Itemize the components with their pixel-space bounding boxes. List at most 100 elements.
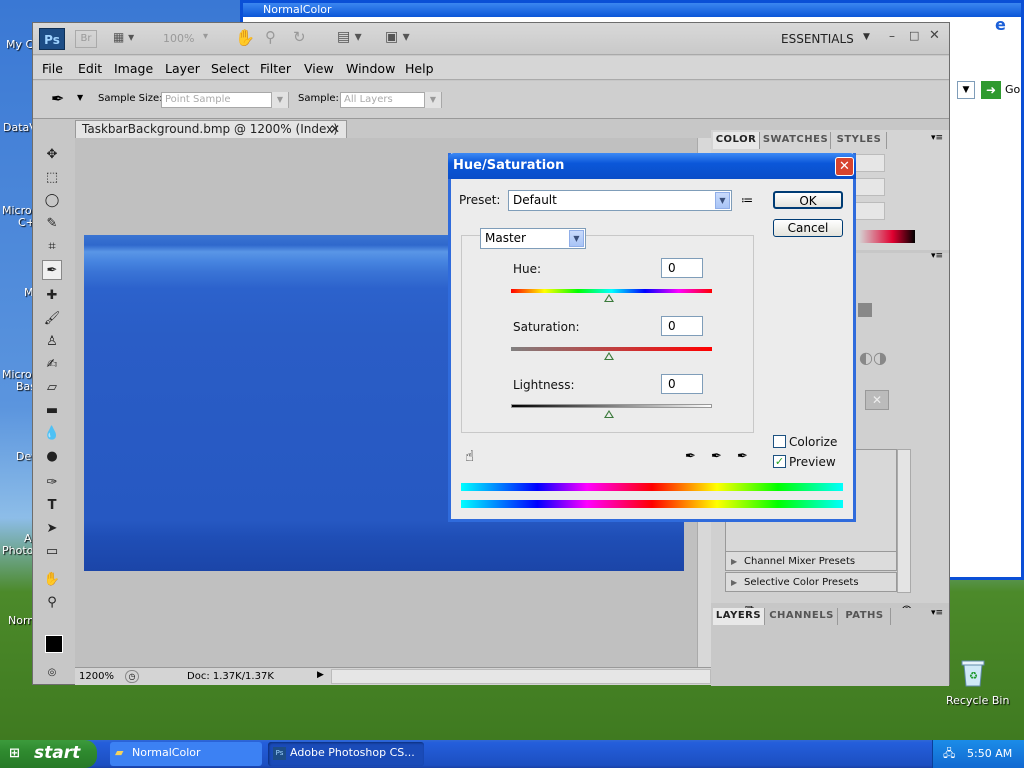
zoom-tool-icon[interactable]: ⚲ — [265, 28, 276, 46]
desktop-icon-label[interactable]: Photo — [2, 544, 33, 557]
panel-menu-icon[interactable]: ▾≡ — [931, 608, 943, 618]
hue-slider-track[interactable] — [511, 289, 712, 293]
view-extras-icon[interactable]: ▦ ▾ — [113, 30, 134, 44]
eyedropper-icon[interactable]: ✒ — [685, 449, 696, 464]
desktop-icon-label[interactable]: My C — [6, 38, 33, 51]
eyedropper-plus-icon[interactable]: ✒ — [711, 449, 722, 464]
history-brush-tool-icon[interactable]: ✍ — [42, 355, 62, 375]
tab-swatches[interactable]: SWATCHES — [761, 132, 831, 149]
blur-tool-icon[interactable]: 💧 — [42, 424, 62, 444]
screen-mode-icon[interactable]: ▣ ▾ — [385, 29, 410, 45]
channel-select[interactable]: Master ▼ — [480, 228, 586, 249]
tool-preset-dropdown-icon[interactable]: ▼ — [77, 93, 83, 102]
eyedropper-minus-icon[interactable]: ✒ — [737, 449, 748, 464]
pen-tool-icon[interactable]: ✑ — [42, 473, 62, 493]
workspace-switcher[interactable]: ESSENTIALS — [781, 32, 854, 46]
menu-layer[interactable]: Layer — [165, 61, 200, 76]
preview-checkbox[interactable]: ✓ — [773, 455, 786, 468]
adjustment-icon[interactable]: ◐◑ — [859, 348, 889, 367]
path-selection-tool-icon[interactable]: ➤ — [42, 519, 62, 539]
start-button[interactable]: ⊞ start — [0, 740, 97, 768]
hand-tool-icon[interactable]: ✋ — [42, 570, 62, 590]
menu-view[interactable]: View — [304, 61, 334, 76]
red-value-field[interactable] — [853, 154, 885, 172]
go-arrow-icon[interactable]: ➜ — [981, 81, 1001, 99]
shape-tool-icon[interactable]: ▭ — [42, 542, 62, 562]
lightness-slider-thumb[interactable] — [604, 410, 614, 418]
close-icon[interactable]: ✕ — [929, 28, 940, 43]
chevron-down-icon[interactable]: ▼ — [569, 230, 584, 247]
cancel-button[interactable]: Cancel — [773, 219, 843, 237]
menu-help[interactable]: Help — [405, 61, 434, 76]
network-icon[interactable]: 🖧 — [943, 740, 955, 768]
panel-menu-icon[interactable]: ▾≡ — [931, 133, 943, 143]
workspace-dropdown-icon[interactable]: ▼ — [863, 32, 870, 42]
menu-edit[interactable]: Edit — [78, 61, 102, 76]
preset-item[interactable]: Channel Mixer Presets — [725, 551, 897, 571]
go-button[interactable]: Go — [1005, 83, 1020, 96]
color-ramp[interactable] — [859, 230, 915, 243]
tab-color[interactable]: COLOR — [713, 132, 760, 149]
saturation-slider-track[interactable] — [511, 347, 712, 351]
colorize-checkbox[interactable] — [773, 435, 786, 448]
dodge-tool-icon[interactable]: ● — [42, 447, 62, 467]
eyedropper-tool-icon[interactable]: ✒ — [42, 260, 62, 280]
quick-mask-icon[interactable]: ◎ — [42, 663, 62, 683]
saturation-slider-thumb[interactable] — [604, 352, 614, 360]
tab-layers[interactable]: LAYERS — [713, 608, 765, 625]
ok-button[interactable]: OK — [773, 191, 843, 209]
maximize-icon[interactable]: □ — [909, 29, 919, 42]
recycle-bin-icon[interactable]: ♻ — [958, 656, 988, 688]
clock[interactable]: 5:50 AM — [967, 747, 1012, 760]
adjustment-icon[interactable]: ✕ — [865, 390, 889, 410]
lightness-value-field[interactable]: 0 — [661, 374, 703, 394]
document-tab[interactable]: TaskbarBackground.bmp @ 1200% (Index) ✕ — [75, 120, 347, 138]
move-tool-icon[interactable]: ✥ — [42, 145, 62, 165]
zoom-tool-icon[interactable]: ⚲ — [42, 593, 62, 613]
gradient-tool-icon[interactable]: ▬ — [42, 401, 62, 421]
tab-styles[interactable]: STYLES — [832, 132, 887, 149]
presets-scrollbar[interactable] — [897, 449, 911, 593]
menu-image[interactable]: Image — [114, 61, 153, 76]
arrange-documents-icon[interactable]: ▤ ▾ — [337, 29, 362, 45]
zoom-level[interactable]: 100% — [163, 32, 194, 45]
crop-tool-icon[interactable]: ⌗ — [42, 237, 62, 257]
marquee-tool-icon[interactable]: ⬚ — [42, 168, 62, 188]
rotate-view-icon[interactable]: ↻ — [293, 28, 306, 46]
horizontal-scrollbar[interactable] — [331, 669, 711, 684]
panel-menu-icon[interactable]: ▾≡ — [931, 251, 943, 261]
lasso-tool-icon[interactable]: ◯ — [42, 191, 62, 211]
tab-channels[interactable]: CHANNELS — [766, 608, 838, 625]
sample-select[interactable]: All Layers — [340, 92, 442, 108]
green-value-field[interactable] — [853, 178, 885, 196]
bridge-button[interactable]: Br — [75, 30, 97, 48]
menu-filter[interactable]: Filter — [260, 61, 291, 76]
blue-value-field[interactable] — [853, 202, 885, 220]
menu-window[interactable]: Window — [346, 61, 395, 76]
healing-brush-tool-icon[interactable]: ✚ — [42, 286, 62, 306]
preset-item[interactable]: Selective Color Presets — [725, 572, 897, 592]
minimize-icon[interactable]: – — [889, 29, 895, 43]
address-dropdown-icon[interactable]: ▼ — [957, 81, 975, 99]
desktop-icon-label[interactable]: Recycle Bin — [946, 694, 1009, 707]
preset-select[interactable]: Default ▼ — [508, 190, 732, 211]
tab-paths[interactable]: PATHS — [839, 608, 891, 625]
saturation-value-field[interactable]: 0 — [661, 316, 703, 336]
lightness-slider-track[interactable] — [511, 404, 712, 408]
foreground-color-swatch[interactable] — [45, 635, 63, 653]
adjustment-icon[interactable] — [858, 303, 872, 317]
status-zoom[interactable]: 1200% — [79, 671, 114, 682]
eyedropper-tool-icon[interactable]: ✒ — [51, 89, 64, 108]
hand-tool-icon[interactable]: ✋ — [235, 28, 255, 47]
preset-options-icon[interactable]: ≔ — [741, 193, 753, 207]
menu-file[interactable]: File — [42, 61, 63, 76]
quick-selection-tool-icon[interactable]: ✎ — [42, 214, 62, 234]
dialog-close-icon[interactable]: ✕ — [835, 157, 854, 176]
sample-size-select[interactable]: Point Sample — [161, 92, 289, 108]
hue-value-field[interactable]: 0 — [661, 258, 703, 278]
targeted-adjustment-icon[interactable]: ☝ — [465, 447, 474, 465]
zoom-dropdown-icon[interactable]: ▾ — [203, 31, 208, 42]
status-info-icon[interactable]: ◷ — [125, 670, 139, 683]
close-tab-icon[interactable]: ✕ — [330, 121, 340, 138]
taskbar-item-normalcolor[interactable]: ▰ NormalColor — [110, 742, 262, 766]
